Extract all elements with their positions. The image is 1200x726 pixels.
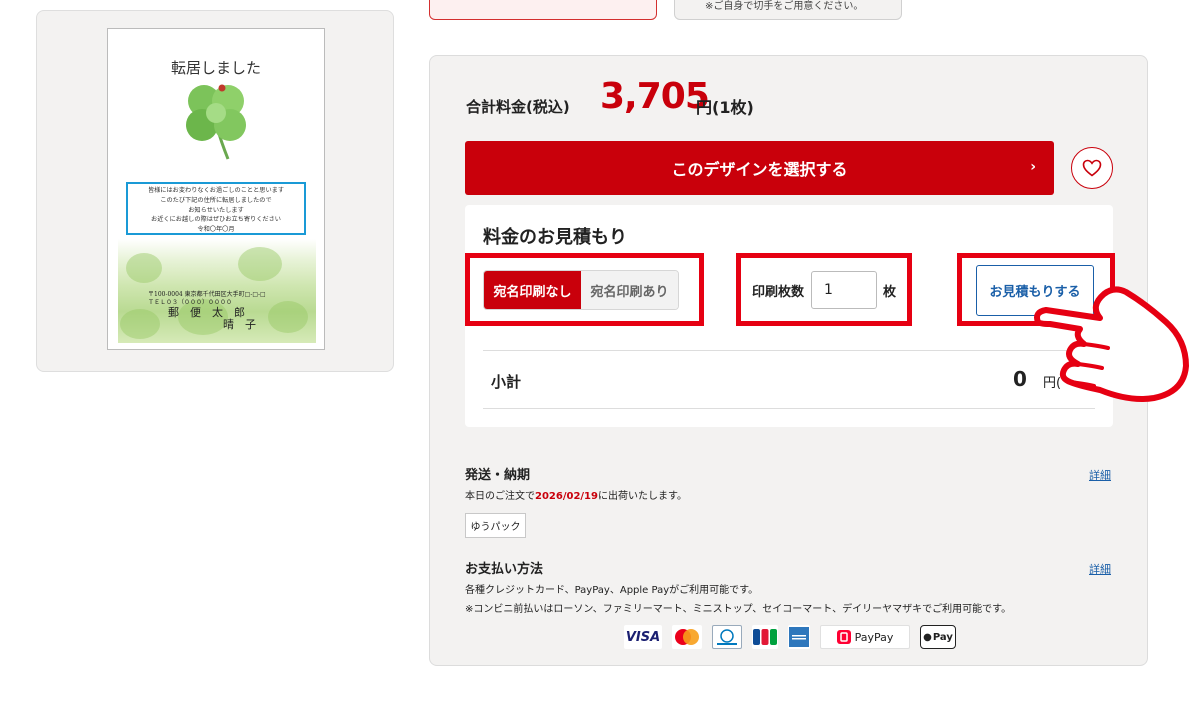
favorite-button[interactable] xyxy=(1071,147,1113,189)
clover-illustration xyxy=(186,84,246,160)
address-option-card[interactable]: ※ご自身で切手をご用意ください。 xyxy=(674,0,902,20)
message-line: このたび下記の住所に転居しましたので xyxy=(160,196,272,204)
payment-logos: VISA PayPay ● Pay xyxy=(624,624,956,650)
quantity-input[interactable]: 1 xyxy=(811,271,877,309)
message-line: 令和〇年〇月 xyxy=(197,226,235,234)
apple-pay-label: Pay xyxy=(932,631,953,643)
message-line: お近くにお越しの際はぜひお立ち寄りください xyxy=(151,216,281,224)
chevron-right-icon: › xyxy=(1030,159,1036,175)
payment-title: お支払い方法 xyxy=(465,562,544,577)
shipping-text-suffix: に出荷いたします。 xyxy=(597,491,687,502)
total-price-amount: 3,705 xyxy=(600,76,710,117)
apple-pay-logo: ● Pay xyxy=(920,625,956,649)
select-design-button[interactable]: このデザインを選択する › xyxy=(465,141,1054,195)
amex-logo xyxy=(788,625,810,649)
estimate-box: 料金のお見積もり 宛名印刷なし 宛名印刷あり 印刷枚数 1 枚 お見積もりする … xyxy=(465,205,1115,427)
diners-club-logo xyxy=(712,625,742,649)
toggle-address-print[interactable]: 宛名印刷あり xyxy=(581,271,678,309)
shipping-text: 本日のご注文で2026/02/19に出荷いたします。 xyxy=(465,487,687,502)
quantity-unit: 枚 xyxy=(883,285,897,300)
paypay-label: PayPay xyxy=(854,630,894,644)
select-design-label: このデザインを選択する xyxy=(671,160,848,179)
message-line: 皆様にはお変わりなくお過ごしのことと思います xyxy=(147,187,285,194)
paypay-icon xyxy=(836,630,851,644)
shipping-detail-link[interactable]: 詳細 xyxy=(1089,467,1111,483)
apple-icon: ● xyxy=(923,631,932,643)
pointing-hand-icon xyxy=(1034,286,1189,402)
visa-logo: VISA xyxy=(624,625,662,649)
address-option-card-selected[interactable] xyxy=(429,0,657,20)
postcard-sender-name: 郵 便 太 郎 晴 子 xyxy=(168,306,256,331)
divider xyxy=(483,408,1095,409)
subtotal-label: 小計 xyxy=(491,373,522,391)
payment-note: ※コンビニ前払いはローソン、ファミリーマート、ミニストップ、セイコーマート、デイ… xyxy=(465,604,1012,615)
toggle-no-address-print[interactable]: 宛名印刷なし xyxy=(484,271,581,309)
shipping-title: 発送・納期 xyxy=(465,468,531,483)
estimate-title: 料金のお見積もり xyxy=(483,227,627,248)
subtotal-value: 0 xyxy=(1013,367,1027,391)
address-line: 〒100-0004 東京都千代田区大手町□-□-□ xyxy=(148,291,266,298)
mastercard-logo xyxy=(672,625,702,649)
paypay-logo: PayPay xyxy=(820,625,910,649)
shipping-text-prefix: 本日のご注文で xyxy=(465,491,535,502)
postcard-title: 転居しました xyxy=(170,59,261,77)
postcard-message-box: 皆様にはお変わりなくお過ごしのことと思います このたび下記の住所に転居しましたの… xyxy=(126,182,306,235)
payment-text: 各種クレジットカード、PayPay、Apple Payがご利用可能です。 xyxy=(465,585,759,596)
heart-icon xyxy=(1082,159,1102,177)
design-preview-card: 転居しました 皆様にはお変わりなくお過ごしのことと思います このたび下記の住所に… xyxy=(36,10,394,372)
address-line: ＴＥＬ０３（０００）００００ xyxy=(148,298,233,306)
total-price-label: 合計料金(税込) xyxy=(466,98,570,116)
quantity-label: 印刷枚数 xyxy=(752,285,805,300)
divider xyxy=(483,350,1095,351)
jcb-logo xyxy=(752,625,778,649)
stamp-note: ※ご自身で切手をご用意ください。 xyxy=(705,1,864,12)
carrier-badge: ゆうパック xyxy=(465,513,526,538)
payment-detail-link[interactable]: 詳細 xyxy=(1089,561,1111,577)
postcard-image: 転居しました 皆様にはお変わりなくお過ごしのことと思います このたび下記の住所に… xyxy=(107,28,325,350)
address-print-toggle[interactable]: 宛名印刷なし 宛名印刷あり xyxy=(483,270,679,310)
postcard-address: 〒100-0004 東京都千代田区大手町□-□-□ ＴＥＬ０３（０００）００００ xyxy=(148,291,308,306)
total-price-unit: 円(1枚) xyxy=(696,98,754,117)
shipping-date: 2026/02/19 xyxy=(535,491,598,502)
message-line: お知らせいたします xyxy=(188,206,244,214)
